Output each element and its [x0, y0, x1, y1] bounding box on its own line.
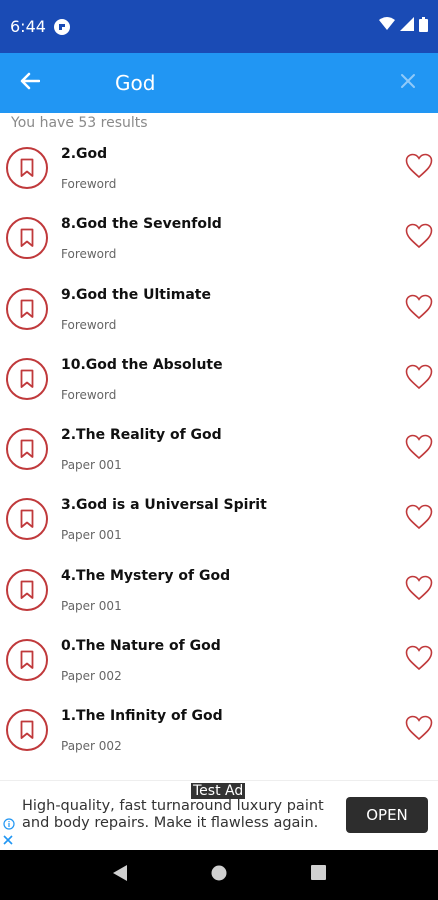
- ad-text[interactable]: High-quality, fast turnaround luxury pai…: [22, 798, 332, 832]
- battery-icon: [419, 16, 428, 37]
- result-title: 2.God: [61, 146, 108, 162]
- list-item[interactable]: 8.God the Sevenfold Foreword: [0, 207, 438, 277]
- search-query[interactable]: God: [115, 71, 378, 95]
- result-subtitle: Paper 001: [61, 458, 122, 473]
- triangle-back-icon: [112, 864, 128, 887]
- result-title: 0.The Nature of God: [61, 638, 221, 655]
- list-item[interactable]: 9.God the Ultimate Foreword: [0, 278, 438, 348]
- signal-icon: [400, 17, 414, 36]
- ad-open-button[interactable]: OPEN: [346, 797, 428, 833]
- list-item[interactable]: 10.God the Absolute Foreword: [0, 348, 438, 418]
- result-subtitle: Paper 002: [61, 739, 122, 754]
- bookmark-icon[interactable]: [6, 217, 48, 260]
- heart-outline-icon[interactable]: [404, 221, 434, 251]
- result-title: 9.God the Ultimate: [61, 286, 211, 303]
- close-icon: [400, 73, 416, 94]
- list-item[interactable]: 2.God Foreword: [0, 137, 438, 207]
- list-item[interactable]: 0.The Nature of God Paper 002: [0, 629, 438, 699]
- ad-banner[interactable]: Test Ad High-quality, fast turnaround lu…: [0, 780, 438, 850]
- result-subtitle: Paper 001: [61, 528, 122, 543]
- nav-back-button[interactable]: [105, 860, 135, 890]
- ad-label: Test Ad: [191, 783, 246, 799]
- status-bar: 6:44: [0, 0, 438, 53]
- result-title: 4.The Mystery of God: [61, 567, 231, 584]
- result-title: 2.The Reality of God: [61, 427, 222, 444]
- result-subtitle: Foreword: [61, 317, 117, 332]
- heart-outline-icon[interactable]: [404, 151, 434, 181]
- list-item[interactable]: 3.God is a Universal Spirit Paper 001: [0, 488, 438, 558]
- bookmark-icon[interactable]: [6, 709, 48, 752]
- heart-outline-icon[interactable]: [404, 643, 434, 673]
- search-app-bar: God: [0, 53, 438, 113]
- bookmark-icon[interactable]: [6, 287, 48, 330]
- bookmark-icon[interactable]: [6, 357, 48, 400]
- result-title: 1.The Infinity of God: [61, 708, 223, 725]
- bookmark-icon[interactable]: [6, 428, 48, 471]
- result-subtitle: Paper 001: [61, 598, 122, 613]
- heart-outline-icon[interactable]: [404, 432, 434, 462]
- list-item[interactable]: 2.The Reality of God Paper 001: [0, 418, 438, 488]
- app-notification-icon: [53, 18, 70, 35]
- circle-home-icon: [211, 865, 227, 886]
- bookmark-icon[interactable]: [6, 568, 48, 611]
- bookmark-icon[interactable]: [6, 639, 48, 682]
- arrow-left-icon: [20, 72, 41, 95]
- square-recents-icon: [310, 865, 326, 885]
- result-subtitle: Paper 002: [61, 669, 122, 684]
- heart-outline-icon[interactable]: [404, 292, 434, 322]
- list-item[interactable]: 4.The Mystery of God Paper 001: [0, 559, 438, 629]
- list-item[interactable]: 1.The Infinity of God Paper 002: [0, 699, 438, 769]
- result-list: 2.God Foreword 8.God the Sevenfold Forew…: [0, 137, 438, 770]
- results-count: You have 53 results: [11, 115, 148, 131]
- result-title: 10.God the Absolute: [61, 356, 223, 373]
- clear-search-button[interactable]: [378, 53, 438, 113]
- result-subtitle: Foreword: [61, 387, 117, 402]
- result-subtitle: Foreword: [61, 177, 117, 191]
- wifi-icon: [379, 17, 395, 36]
- result-title: 3.God is a Universal Spirit: [61, 497, 267, 514]
- system-nav-bar: [0, 850, 438, 900]
- bookmark-icon[interactable]: [6, 498, 48, 541]
- heart-outline-icon[interactable]: [404, 713, 434, 743]
- nav-recents-button[interactable]: [303, 860, 333, 890]
- nav-home-button[interactable]: [204, 860, 234, 890]
- heart-outline-icon[interactable]: [404, 362, 434, 392]
- result-subtitle: Foreword: [61, 247, 117, 262]
- status-time: 6:44: [10, 17, 46, 36]
- heart-outline-icon[interactable]: [404, 573, 434, 603]
- ad-close-icon[interactable]: [3, 833, 13, 848]
- heart-outline-icon[interactable]: [404, 502, 434, 532]
- bookmark-icon[interactable]: [6, 147, 48, 189]
- back-button[interactable]: [0, 53, 60, 113]
- result-title: 8.God the Sevenfold: [61, 216, 222, 233]
